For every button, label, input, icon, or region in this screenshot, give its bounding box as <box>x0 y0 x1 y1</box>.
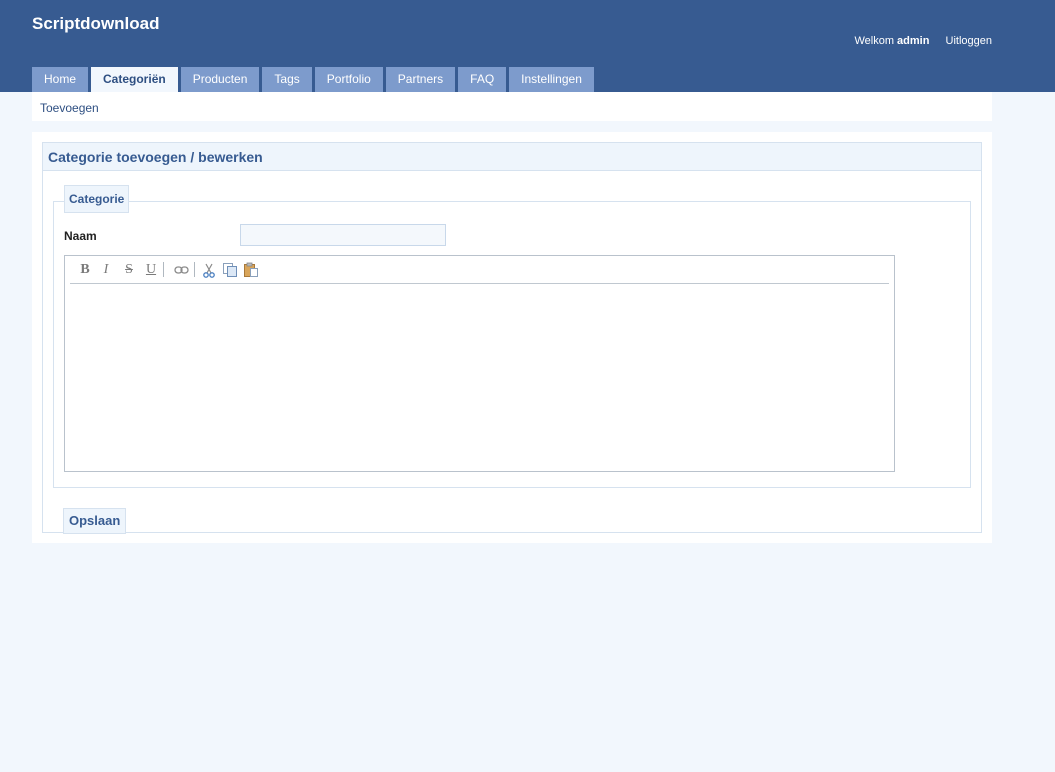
italic-icon[interactable]: I <box>97 261 115 279</box>
tab-home[interactable]: Home <box>32 67 89 92</box>
tab-partners[interactable]: Partners <box>385 67 456 92</box>
tab-producten[interactable]: Producten <box>180 67 260 92</box>
main-nav: Home Categoriën Producten Tags Portfolio… <box>32 67 597 92</box>
add-link[interactable]: Toevoegen <box>40 101 99 115</box>
underline-icon[interactable]: U <box>142 261 160 279</box>
editor-toolbar: B I S U <box>70 256 889 284</box>
form-box: Categorie toevoegen / bewerken Categorie… <box>42 142 982 534</box>
save-button[interactable]: Opslaan <box>63 508 127 534</box>
header: Scriptdownload Welkom admin Uitloggen Ho… <box>0 0 1055 92</box>
toolbar-separator <box>163 262 164 277</box>
fieldset-legend: Categorie <box>64 185 130 213</box>
link-icon[interactable] <box>172 261 190 279</box>
category-fieldset: Categorie Naam B I S U <box>53 185 971 488</box>
editor-content-area[interactable] <box>65 284 894 471</box>
copy-icon[interactable] <box>221 261 239 279</box>
user-bar: Welkom admin Uitloggen <box>854 35 992 47</box>
strikethrough-icon[interactable]: S <box>120 261 138 279</box>
bold-icon[interactable]: B <box>76 261 94 279</box>
tab-tags[interactable]: Tags <box>262 67 312 92</box>
tab-instellingen[interactable]: Instellingen <box>509 67 594 92</box>
form-header: Categorie toevoegen / bewerken <box>43 143 981 171</box>
tab-categorieen[interactable]: Categoriën <box>91 67 178 92</box>
site-title[interactable]: Scriptdownload <box>32 14 160 34</box>
cut-icon[interactable] <box>200 261 218 279</box>
tab-portfolio[interactable]: Portfolio <box>314 67 383 92</box>
paste-icon[interactable] <box>242 261 260 279</box>
tab-faq[interactable]: FAQ <box>458 67 507 92</box>
content-panel: Categorie toevoegen / bewerken Categorie… <box>32 132 992 543</box>
sub-nav: Toevoegen <box>32 92 992 121</box>
toolbar-separator <box>194 262 195 277</box>
username: admin <box>897 35 930 47</box>
welcome-text: Welkom <box>854 35 894 47</box>
logout-link[interactable]: Uitloggen <box>946 35 992 47</box>
form-title: Categorie toevoegen / bewerken <box>48 149 263 165</box>
naam-input[interactable] <box>240 224 446 246</box>
rich-text-editor: B I S U <box>64 255 895 472</box>
naam-label: Naam <box>64 229 97 243</box>
